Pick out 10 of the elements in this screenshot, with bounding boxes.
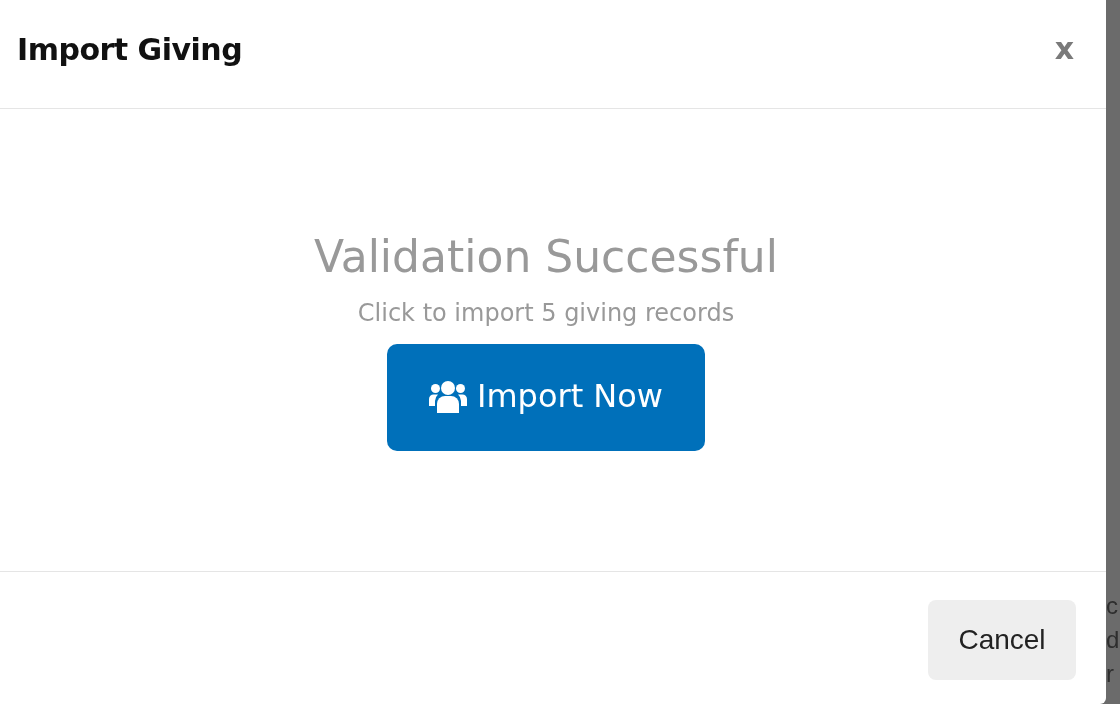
- dialog-title: Import Giving: [17, 31, 243, 67]
- status-heading: Validation Successful: [314, 230, 778, 284]
- status-message: Click to import 5 giving records: [357, 298, 735, 329]
- background-text-fragment: d: [1106, 625, 1120, 655]
- import-now-button[interactable]: Import Now: [387, 344, 705, 451]
- users-icon: [428, 378, 467, 413]
- close-button[interactable]: x: [1052, 34, 1076, 64]
- background-text-fragment: r: [1106, 659, 1115, 689]
- cancel-button[interactable]: Cancel: [928, 600, 1076, 680]
- background-text-fragment: c: [1106, 591, 1119, 621]
